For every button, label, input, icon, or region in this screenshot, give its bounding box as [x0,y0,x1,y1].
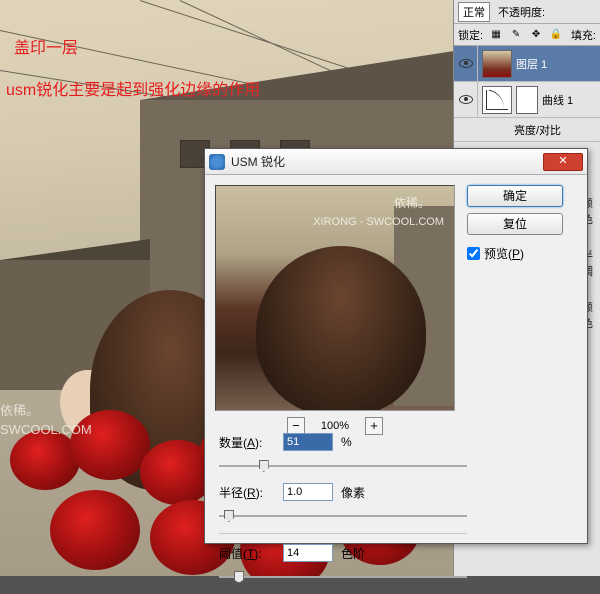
lock-brush-icon[interactable]: ✎ [509,28,523,42]
eye-icon [459,59,473,68]
layer-mask-thumbnail[interactable] [516,86,538,114]
threshold-row: 阈值(T): 色阶 [219,544,467,562]
watermark: XIRONG - SWCOOL.COM [313,216,444,228]
dialog-titlebar[interactable]: USM 锐化 ✕ [205,149,587,175]
threshold-slider[interactable] [219,570,467,584]
ok-button[interactable]: 确定 [467,185,563,207]
preview-area[interactable]: 依稀。 XIRONG - SWCOOL.COM [215,185,455,411]
threshold-input[interactable] [283,544,333,562]
visibility-toggle[interactable] [454,46,478,81]
layer-thumbnail[interactable] [482,50,512,78]
cancel-button[interactable]: 复位 [467,213,563,235]
dialog-title: USM 锐化 [231,153,543,170]
layer-name[interactable]: 图层 1 [516,56,600,72]
layer-name[interactable]: 曲线 1 [542,92,600,108]
annotation-text: 盖印一层 [14,34,78,58]
eye-icon [459,95,473,104]
watermark: 依稀。 [394,194,430,211]
layer-row[interactable]: 曲线 1 [454,82,600,118]
adjustment-thumbnail[interactable] [482,86,512,114]
watermark: 依稀。 [0,400,39,419]
lock-move-icon[interactable]: ✥ [529,28,543,42]
visibility-toggle[interactable] [454,82,478,117]
radius-row: 半径(R): 像素 [219,483,467,501]
radius-input[interactable] [283,483,333,501]
close-button[interactable]: ✕ [543,153,583,171]
blend-mode-select[interactable]: 正常 [458,2,490,22]
app-icon [209,154,225,170]
usm-sharpen-dialog: USM 锐化 ✕ 依稀。 XIRONG - SWCOOL.COM − 100% … [204,148,588,544]
opacity-label: 不透明度: [498,4,545,20]
preview-checkbox-input[interactable] [467,247,480,260]
amount-row: 数量(A): % [219,433,467,451]
layer-row-cut: 亮度/对比 [454,118,600,142]
layers-options-row: 正常 不透明度: [454,0,600,24]
lock-label: 锁定: [458,27,483,43]
fill-label: 填充: [571,27,596,43]
layer-row[interactable]: 图层 1 [454,46,600,82]
layer-name: 亮度/对比 [514,122,561,138]
layers-lock-row: 锁定: ▦ ✎ ✥ 🔒 填充: [454,24,600,46]
lock-all-icon[interactable]: 🔒 [549,28,563,42]
lock-transparent-icon[interactable]: ▦ [489,28,503,42]
watermark: SWCOOL.COM [0,422,92,437]
amount-slider[interactable] [219,459,467,473]
annotation-text: usm锐化主要是起到强化边缘的作用 [6,76,260,100]
radius-slider[interactable] [219,509,467,523]
preview-checkbox[interactable]: 预览(P) [467,245,563,262]
zoom-value: 100% [321,420,349,432]
amount-input[interactable] [283,433,333,451]
